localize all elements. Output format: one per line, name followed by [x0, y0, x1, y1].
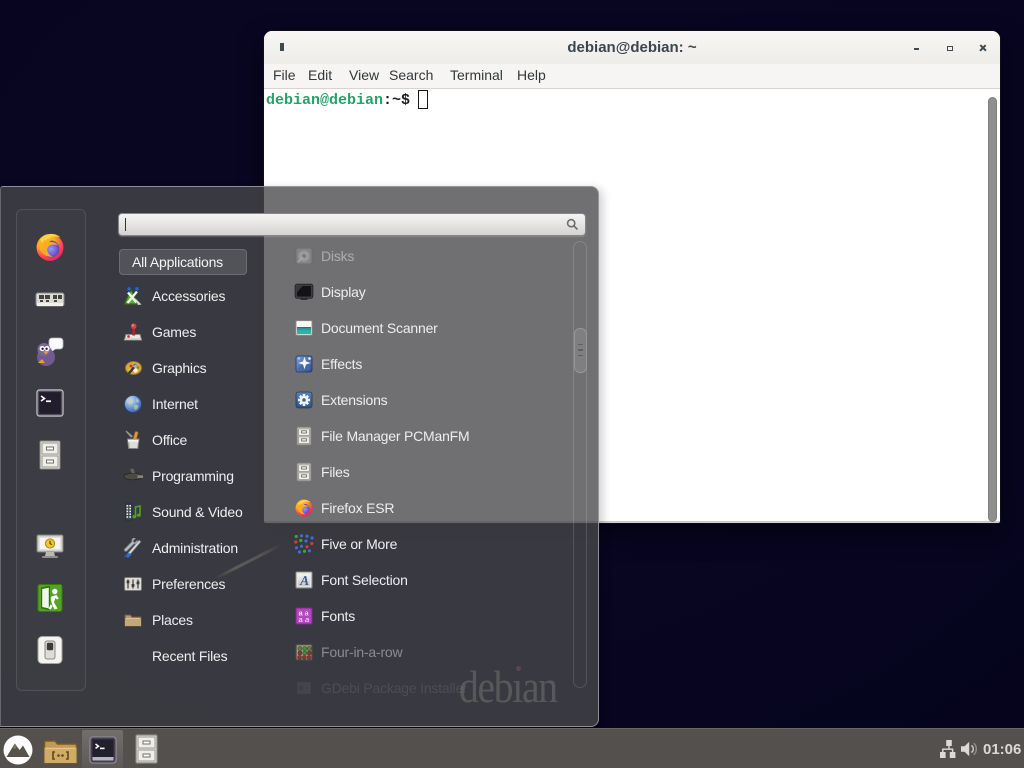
svg-text:a: a — [305, 615, 309, 624]
svg-text:A: A — [299, 573, 309, 588]
